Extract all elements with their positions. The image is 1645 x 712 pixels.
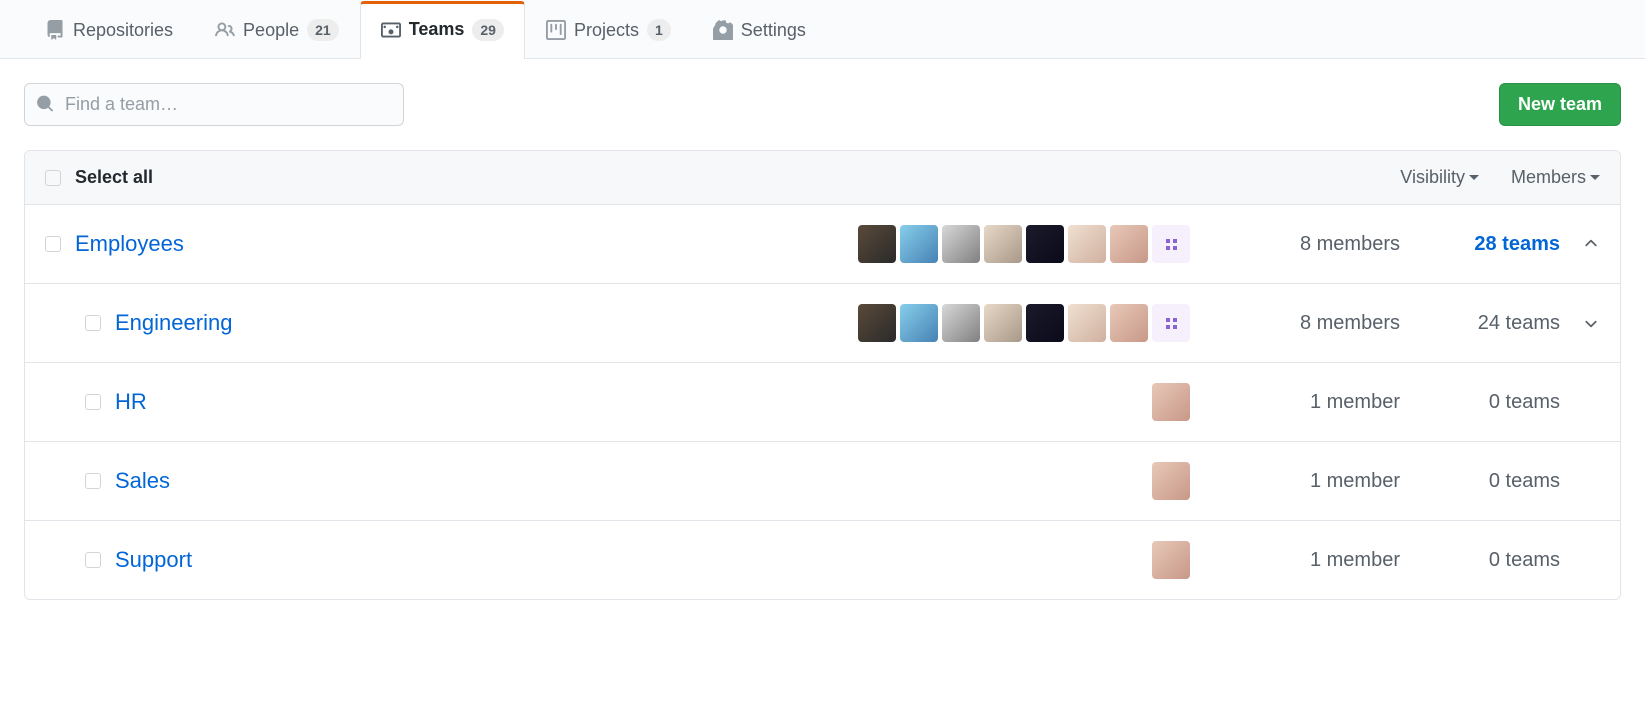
members-count: 8 members: [1220, 312, 1400, 335]
team-checkbox[interactable]: [85, 315, 101, 331]
subteams-count: 0 teams: [1400, 470, 1560, 493]
avatar-more-icon[interactable]: [1152, 304, 1190, 342]
team-name-link[interactable]: HR: [115, 389, 147, 415]
team-row: Support 1 member 0 teams: [25, 521, 1620, 599]
members-count: 1 member: [1220, 549, 1400, 572]
members-filter[interactable]: Members: [1511, 167, 1600, 188]
team-checkbox[interactable]: [85, 394, 101, 410]
visibility-filter[interactable]: Visibility: [1400, 167, 1479, 188]
avatar[interactable]: [1068, 304, 1106, 342]
tab-projects[interactable]: Projects 1: [525, 0, 692, 59]
subteams-count: 0 teams: [1400, 391, 1560, 414]
toolbar: New team: [24, 83, 1621, 126]
teams-list: Select all Visibility Members Employees: [24, 150, 1621, 600]
members-count: 1 member: [1220, 391, 1400, 414]
caret-down-icon: [1590, 175, 1600, 180]
team-checkbox[interactable]: [85, 473, 101, 489]
avatar[interactable]: [1026, 225, 1064, 263]
avatar[interactable]: [984, 225, 1022, 263]
org-tabs: Repositories People 21 Teams 29 Projects…: [0, 0, 1645, 59]
avatar[interactable]: [1068, 225, 1106, 263]
tab-badge: 1: [647, 19, 671, 41]
gear-icon: [713, 20, 733, 40]
avatar[interactable]: [1152, 541, 1190, 579]
team-row: Sales 1 member 0 teams: [25, 442, 1620, 521]
content-area: New team Select all Visibility Members: [0, 59, 1645, 624]
avatar[interactable]: [1110, 304, 1148, 342]
members-count: 8 members: [1220, 233, 1400, 256]
team-name-link[interactable]: Sales: [115, 468, 170, 494]
tab-label: Teams: [409, 19, 465, 40]
tab-people[interactable]: People 21: [194, 0, 360, 59]
avatar[interactable]: [900, 304, 938, 342]
subteams-count: 0 teams: [1400, 549, 1560, 572]
avatars: [425, 383, 1220, 421]
avatar[interactable]: [900, 225, 938, 263]
team-row: Employees 8 members 28 teams: [25, 205, 1620, 284]
avatar[interactable]: [1152, 383, 1190, 421]
subteams-count[interactable]: 28 teams: [1400, 233, 1560, 256]
avatar[interactable]: [1026, 304, 1064, 342]
tab-label: Settings: [741, 20, 806, 41]
avatars: [425, 462, 1220, 500]
team-checkbox[interactable]: [45, 236, 61, 252]
new-team-button[interactable]: New team: [1499, 83, 1621, 126]
select-all-label: Select all: [75, 167, 153, 188]
search-wrap: [24, 83, 404, 126]
avatar[interactable]: [858, 304, 896, 342]
tab-repositories[interactable]: Repositories: [24, 1, 194, 59]
team-row: HR 1 member 0 teams: [25, 363, 1620, 442]
chevron-down-icon[interactable]: [1582, 314, 1600, 332]
team-row: Engineering 8 members 24 teams: [25, 284, 1620, 363]
tab-label: Projects: [574, 20, 639, 41]
team-checkbox[interactable]: [85, 552, 101, 568]
tab-teams[interactable]: Teams 29: [360, 1, 525, 59]
list-header: Select all Visibility Members: [25, 151, 1620, 205]
teams-icon: [381, 20, 401, 40]
repo-icon: [45, 20, 65, 40]
avatar[interactable]: [1152, 462, 1190, 500]
caret-down-icon: [1469, 175, 1479, 180]
search-input[interactable]: [24, 83, 404, 126]
filter-label: Visibility: [1400, 167, 1465, 188]
avatar[interactable]: [942, 225, 980, 263]
team-name-link[interactable]: Employees: [75, 231, 184, 257]
team-name-link[interactable]: Support: [115, 547, 192, 573]
avatar[interactable]: [858, 225, 896, 263]
subteams-count: 24 teams: [1400, 312, 1560, 335]
avatar-more-icon[interactable]: [1152, 225, 1190, 263]
tab-settings[interactable]: Settings: [692, 1, 827, 59]
tab-label: People: [243, 20, 299, 41]
avatar[interactable]: [1110, 225, 1148, 263]
search-icon: [36, 94, 54, 115]
avatars: [425, 541, 1220, 579]
avatars: [425, 225, 1220, 263]
avatars: [425, 304, 1220, 342]
select-all-checkbox[interactable]: [45, 170, 61, 186]
tab-badge: 29: [472, 19, 504, 41]
team-name-link[interactable]: Engineering: [115, 310, 232, 336]
avatar[interactable]: [942, 304, 980, 342]
tab-badge: 21: [307, 19, 339, 41]
people-icon: [215, 20, 235, 40]
members-count: 1 member: [1220, 470, 1400, 493]
project-icon: [546, 20, 566, 40]
chevron-up-icon[interactable]: [1582, 235, 1600, 253]
tab-label: Repositories: [73, 20, 173, 41]
avatar[interactable]: [984, 304, 1022, 342]
filter-label: Members: [1511, 167, 1586, 188]
